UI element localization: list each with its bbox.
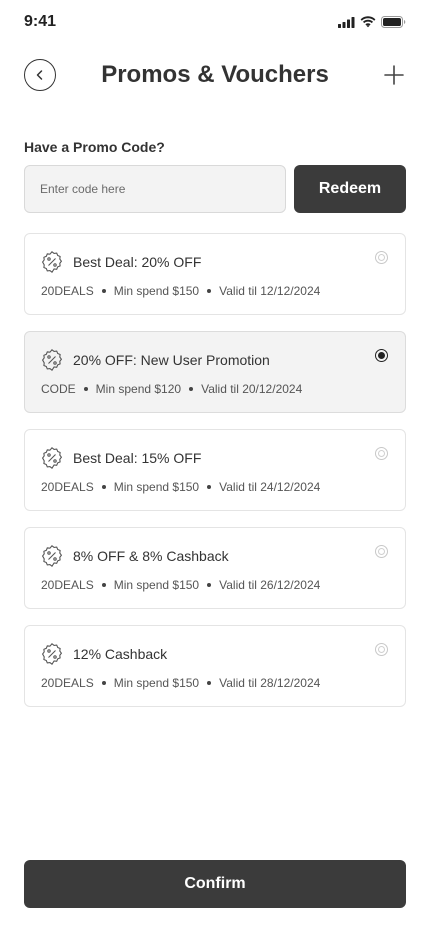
voucher-min-spend: Min spend $150 — [113, 676, 200, 690]
voucher-card[interactable]: 8% OFF & 8% Cashback 20DEALS Min spend $1… — [24, 527, 406, 609]
separator-dot — [83, 387, 88, 391]
separator-dot — [189, 387, 194, 391]
redeem-button[interactable]: Redeem — [294, 165, 406, 213]
voucher-code: 20DEALS — [41, 284, 94, 298]
percent-badge-icon — [41, 643, 63, 665]
add-button[interactable] — [382, 63, 406, 87]
voucher-radio[interactable] — [375, 349, 388, 362]
voucher-meta: 20DEALS Min spend $150 Valid til 28/12/202… — [41, 676, 320, 690]
voucher-code: 20DEALS — [41, 578, 94, 592]
status-icons — [338, 16, 406, 28]
percent-badge-icon — [41, 251, 63, 273]
promo-code-label: Have a Promo Code? — [24, 139, 165, 155]
separator-dot — [207, 681, 212, 685]
separator-dot — [101, 289, 106, 293]
voucher-validity: Valid til 28/12/2024 — [219, 676, 321, 690]
voucher-meta: CODE Min spend $120 Valid til 20/12/2024 — [41, 382, 302, 396]
voucher-validity: Valid til 12/12/2024 — [219, 284, 321, 298]
promo-code-input[interactable] — [24, 165, 286, 213]
percent-badge-icon — [41, 447, 63, 469]
voucher-code: CODE — [41, 382, 76, 396]
battery-icon — [381, 16, 406, 28]
percent-badge-icon — [41, 349, 63, 371]
voucher-card[interactable]: 12% Cashback 20DEALS Min spend $150 Valid … — [24, 625, 406, 707]
voucher-title: Best Deal: 20% OFF — [73, 254, 202, 270]
voucher-title: Best Deal: 15% OFF — [73, 450, 202, 466]
voucher-code: 20DEALS — [41, 676, 94, 690]
signal-icon — [338, 16, 355, 28]
voucher-title: 8% OFF & 8% Cashback — [73, 548, 229, 564]
voucher-radio[interactable] — [375, 643, 388, 656]
voucher-meta: 20DEALS Min spend $150 Valid til 24/12/202… — [41, 480, 320, 494]
voucher-title: 20% OFF: New User Promotion — [73, 352, 270, 368]
percent-badge-icon — [41, 545, 63, 567]
voucher-validity: Valid til 26/12/2024 — [219, 578, 321, 592]
voucher-card[interactable]: 20% OFF: New User Promotion CODE Min spen… — [24, 331, 406, 413]
plus-icon — [384, 65, 404, 85]
wifi-icon — [360, 16, 376, 28]
separator-dot — [101, 485, 106, 489]
header: Promos & Vouchers — [0, 52, 430, 98]
voucher-radio[interactable] — [375, 447, 388, 460]
separator-dot — [207, 485, 212, 489]
status-bar: 9:41 — [0, 0, 430, 44]
voucher-meta: 20DEALS Min spend $150 Valid til 26/12/202… — [41, 578, 320, 592]
voucher-radio[interactable] — [375, 251, 388, 264]
voucher-title: 12% Cashback — [73, 646, 168, 662]
voucher-validity: Valid til 20/12/2024 — [201, 382, 303, 396]
voucher-radio[interactable] — [375, 545, 388, 558]
separator-dot — [101, 583, 106, 587]
voucher-card[interactable]: Best Deal: 15% OFF 20DEALS Min spend $150… — [24, 429, 406, 511]
voucher-min-spend: Min spend $150 — [113, 480, 200, 494]
voucher-validity: Valid til 24/12/2024 — [219, 480, 321, 494]
voucher-min-spend: Min spend $150 — [113, 578, 200, 592]
separator-dot — [207, 583, 212, 587]
voucher-code: 20DEALS — [41, 480, 94, 494]
voucher-min-spend: Min spend $120 — [95, 382, 182, 396]
voucher-list: Best Deal: 20% OFF 20DEALS Min spend $150… — [24, 233, 406, 723]
separator-dot — [207, 289, 212, 293]
voucher-card[interactable]: Best Deal: 20% OFF 20DEALS Min spend $150… — [24, 233, 406, 315]
status-time: 9:41 — [24, 13, 57, 30]
separator-dot — [101, 681, 106, 685]
page-title: Promos & Vouchers — [101, 61, 329, 88]
confirm-button[interactable]: Confirm — [24, 860, 406, 908]
voucher-meta: 20DEALS Min spend $150 Valid til 12/12/202… — [41, 284, 320, 298]
voucher-min-spend: Min spend $150 — [113, 284, 200, 298]
